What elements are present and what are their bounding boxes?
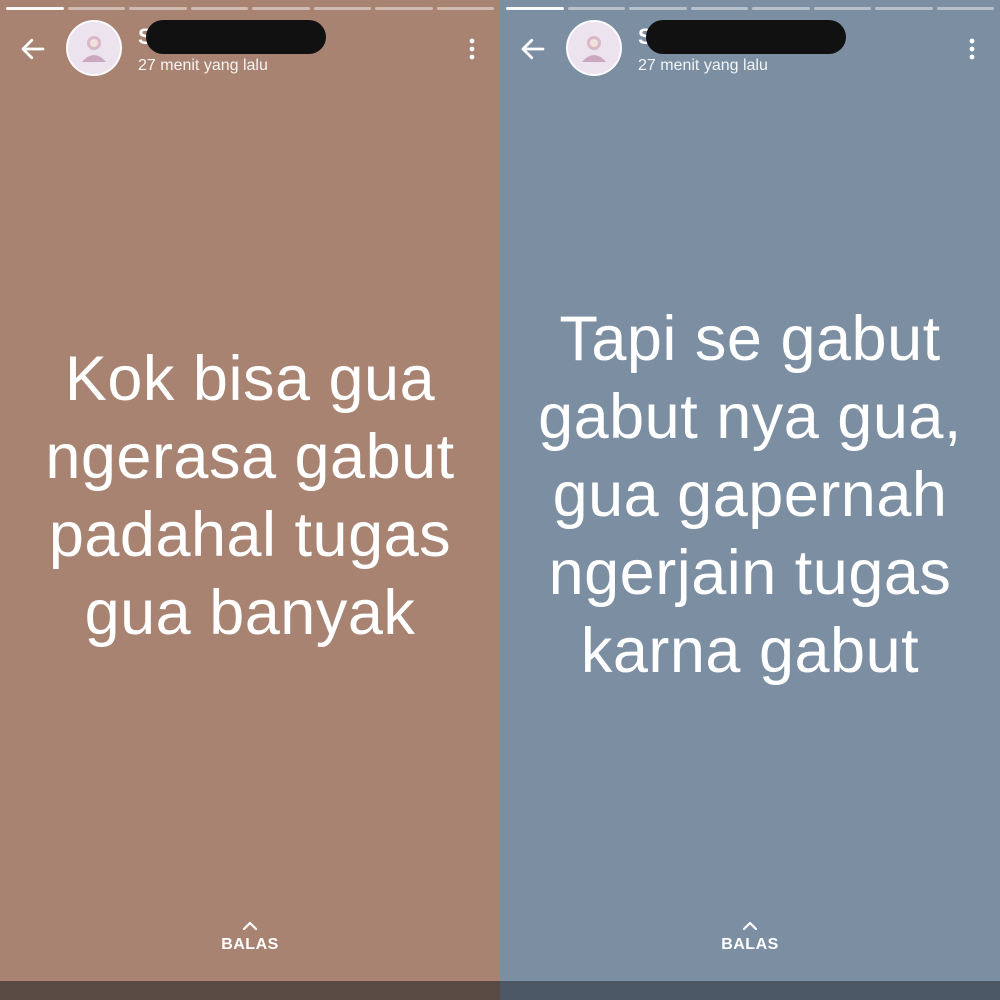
avatar[interactable] (566, 20, 622, 76)
story-text-line: gabut nya gua, (538, 382, 962, 452)
reply-button[interactable]: BALAS (0, 920, 500, 954)
story-text-line: karna gabut (580, 616, 920, 686)
chevron-up-icon (742, 921, 758, 931)
progress-segment (690, 7, 748, 10)
story-text-line: ngerasa gabut (45, 422, 455, 492)
story-text-line: Tapi se gabut (559, 304, 941, 374)
avatar-illustration-icon (568, 22, 620, 74)
more-options-button[interactable] (962, 36, 982, 62)
progress-segment (375, 7, 433, 10)
story-header: S 27 menit yang lalu (0, 18, 500, 80)
progress-segment (752, 7, 810, 10)
progress-segment (629, 7, 687, 10)
story-text: Kok bisa gua ngerasa gabut padahal tugas… (20, 340, 480, 652)
progress-segment (936, 7, 994, 10)
story-progress-bar (6, 7, 494, 10)
progress-segment (67, 7, 125, 10)
back-button[interactable] (516, 32, 550, 66)
more-vertical-icon (469, 38, 475, 60)
story-progress-bar (506, 7, 994, 10)
story-timestamp: 27 menit yang lalu (138, 57, 268, 74)
story-header: S 27 menit yang lalu (500, 18, 1000, 80)
username-redaction (646, 20, 846, 54)
back-button[interactable] (16, 32, 50, 66)
bottom-bar (0, 981, 500, 1000)
progress-segment (313, 7, 371, 10)
progress-segment (567, 7, 625, 10)
progress-segment (190, 7, 248, 10)
story-text-line: padahal tugas (48, 500, 452, 570)
story-text-line: Kok bisa gua (64, 344, 436, 414)
more-vertical-icon (969, 38, 975, 60)
reply-label: BALAS (721, 936, 779, 953)
arrow-left-icon (21, 38, 45, 60)
progress-segment (506, 7, 564, 10)
avatar-illustration-icon (68, 22, 120, 74)
reply-button[interactable]: BALAS (500, 920, 1000, 954)
chevron-up-icon (242, 921, 258, 931)
progress-segment (6, 7, 64, 10)
progress-segment (129, 7, 187, 10)
reply-label: BALAS (221, 936, 279, 953)
bottom-bar (500, 981, 1000, 1000)
story-text-line: gua gapernah (552, 460, 948, 530)
progress-segment (436, 7, 494, 10)
avatar[interactable] (66, 20, 122, 76)
username-redaction (146, 20, 326, 54)
progress-segment (875, 7, 933, 10)
story-text-line: gua banyak (84, 578, 416, 648)
username[interactable]: S (138, 20, 326, 54)
story-panel-2[interactable]: S 27 menit yang lalu Tapi se gabut gabut… (500, 0, 1000, 1000)
more-options-button[interactable] (462, 36, 482, 62)
story-timestamp: 27 menit yang lalu (638, 57, 768, 74)
progress-segment (252, 7, 310, 10)
progress-segment (813, 7, 871, 10)
arrow-left-icon (521, 38, 545, 60)
story-panel-1[interactable]: S 27 menit yang lalu Kok bisa gua ngeras… (0, 0, 500, 1000)
story-text-line: ngerjain tugas (548, 538, 952, 608)
username[interactable]: S (638, 20, 846, 54)
story-viewer-screen: S 27 menit yang lalu Kok bisa gua ngeras… (0, 0, 1000, 1000)
story-text: Tapi se gabut gabut nya gua, gua gaperna… (520, 300, 980, 690)
